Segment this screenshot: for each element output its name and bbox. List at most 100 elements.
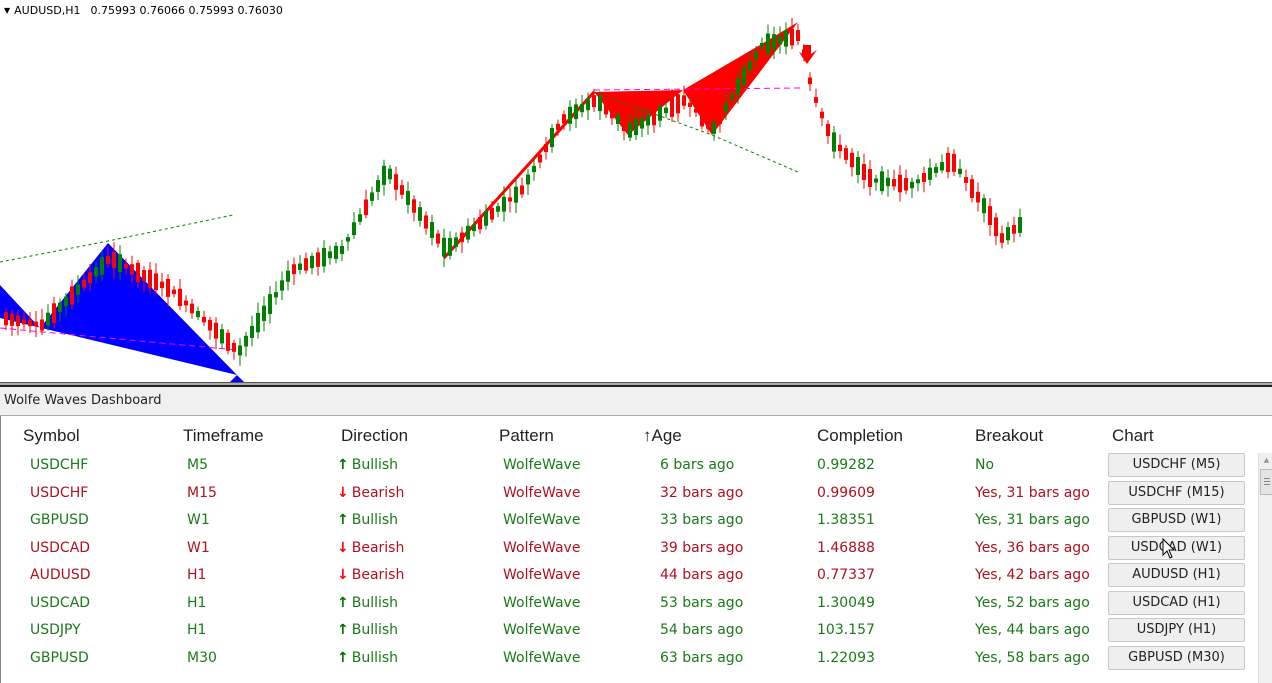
bullish-candle [598,95,602,112]
scroll-thumb[interactable] [1260,469,1272,495]
bullish-candle [532,165,536,173]
triangle-down-icon[interactable]: ▼ [4,6,10,15]
open-chart-button[interactable]: USDCHF (M5) [1108,453,1245,477]
open-chart-button[interactable]: USDCAD (H1) [1108,590,1245,615]
dashboard-table: Symbol Timeframe Direction Pattern ↑Age Compl… [0,415,1272,683]
open-chart-button[interactable]: USDCAD (W1) [1108,535,1245,560]
arrow-down-icon: ↓ [337,567,349,583]
bearish-candle [424,215,428,229]
cell-completion: 0.77337 [817,567,875,583]
header-col-completion[interactable]: Completion [817,426,903,446]
bullish-candle [262,305,266,321]
cell-completion: 1.22093 [817,649,875,666]
bullish-candle [760,42,764,48]
bullish-candle [550,127,554,148]
bullish-candle [832,132,836,152]
arrow-up-icon: ↑ [337,457,349,473]
cell-timeframe: M30 [187,649,217,666]
bearish-candle [106,256,110,264]
open-chart-button[interactable]: GBPUSD (M30) [1108,645,1245,670]
open-chart-button[interactable]: USDCHF (M15) [1108,480,1245,505]
cell-breakout: Yes, 42 bars ago [975,567,1090,583]
cell-breakout: Yes, 36 bars ago [975,539,1090,556]
bullish-candle [496,206,500,212]
header-col-direction[interactable]: Direction [341,426,408,446]
header-col-symbol[interactable]: Symbol [23,426,80,446]
cell-symbol: GBPUSD [30,512,89,528]
open-chart-button[interactable]: GBPUSD (W1) [1108,508,1245,532]
bearish-candle [700,106,704,127]
cell-symbol: GBPUSD [30,649,89,666]
vertical-scrollbar[interactable]: ▲ [1258,453,1272,683]
bullish-candle [406,191,410,205]
bearish-candle [436,233,440,244]
bearish-candle [34,321,38,327]
bearish-candle [988,206,992,226]
header-col-age[interactable]: ↑Age [643,426,682,446]
bullish-candle [910,181,914,189]
bullish-candle [268,294,272,314]
bullish-candle [238,345,242,356]
direction-label: Bearish [351,539,405,556]
bullish-candle [418,207,422,221]
bearish-candle [4,312,8,326]
bearish-candle [1000,233,1004,243]
bearish-candle [802,49,806,58]
cell-direction: ↓ Bearish [337,567,404,583]
cell-timeframe: W1 [187,512,210,528]
bearish-candle [556,123,560,131]
bearish-candle [88,272,92,284]
bearish-candle [520,185,524,195]
direction-label: Bullish [351,649,399,666]
header-col-breakout[interactable]: Breakout [975,426,1043,446]
bearish-candle [826,123,830,137]
direction-label: Bearish [351,484,405,501]
bullish-candle [616,114,620,124]
direction-label: Bullish [351,512,399,528]
bearish-candle [706,115,710,129]
bearish-candle [544,143,548,153]
bullish-candle [580,104,584,113]
header-col-chart[interactable]: Chart [1112,426,1154,446]
bullish-candle [466,225,470,240]
bullish-candle [514,186,518,203]
cell-pattern: WolfeWave [503,622,581,638]
price-chart[interactable]: ▼ AUDUSD,H1 0.75993 0.76066 0.75993 0.76… [0,0,1272,382]
candlestick-chart [0,17,1022,382]
open-chart-button[interactable]: USDJPY (H1) [1108,618,1245,642]
bearish-candle [970,179,974,198]
bullish-candle [658,106,662,121]
cell-completion: 0.99282 [817,457,875,473]
bearish-candle [22,319,26,325]
scroll-up-icon[interactable]: ▲ [1259,453,1272,467]
bearish-candle [790,28,794,46]
cell-pattern: WolfeWave [503,567,581,583]
bullish-candle [934,167,938,173]
bullish-candle [388,168,392,180]
cell-direction: ↑ Bullish [337,457,398,473]
bearish-candle [172,289,176,295]
bullish-candle [358,214,362,222]
header-col-timeframe[interactable]: Timeframe [183,426,264,446]
bearish-candle [670,97,674,117]
bearish-candle [214,322,218,339]
bearish-candle [154,273,158,291]
bearish-candle [508,197,512,202]
bearish-candle [292,264,296,275]
bearish-candle [604,103,608,115]
open-chart-button[interactable]: AUDUSD (H1) [1108,563,1245,587]
cell-timeframe: H1 [187,594,207,611]
bullish-candle [484,211,488,226]
bearish-candle [124,264,128,269]
header-col-pattern[interactable]: Pattern [499,426,554,446]
bullish-candle [880,171,884,192]
cell-completion: 0.99609 [817,484,875,501]
bullish-candle [94,267,98,277]
cell-pattern: WolfeWave [503,594,581,611]
bullish-candle [376,180,380,192]
bullish-candle [370,192,374,201]
bearish-candle [136,262,140,283]
bullish-candle [274,292,278,298]
bullish-candle [586,99,590,111]
bearish-candle [562,114,566,124]
